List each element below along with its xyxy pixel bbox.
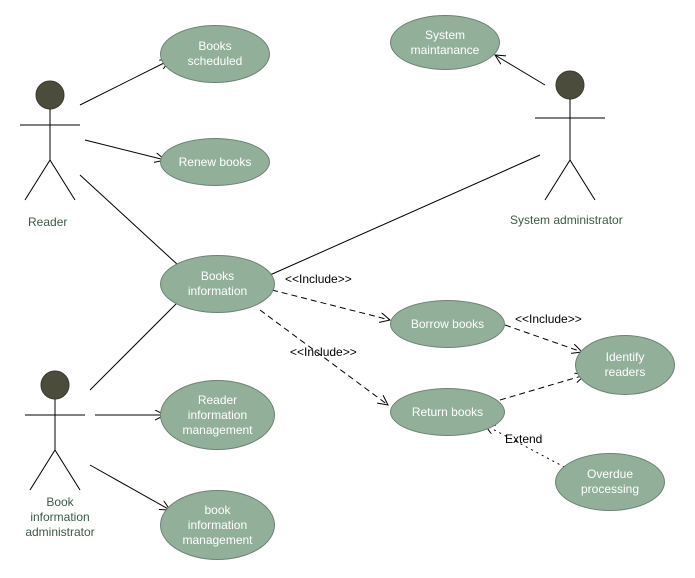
usecase-label: Books scheduled xyxy=(188,39,243,69)
assoc-reader-books-scheduled xyxy=(80,60,170,105)
usecase-identify-readers: Identify readers xyxy=(575,335,675,395)
actor-book-admin-figure xyxy=(25,371,85,490)
usecase-books-scheduled: Books scheduled xyxy=(160,25,270,83)
usecase-label: Return books xyxy=(412,405,483,420)
assoc-reader-books-info xyxy=(80,175,178,265)
usecase-return-books: Return books xyxy=(390,388,505,436)
actor-system-admin-figure xyxy=(535,71,605,200)
usecase-label: Borrow books xyxy=(411,317,484,332)
assoc-reader-renew-books xyxy=(85,140,165,160)
usecase-label: Reader information management xyxy=(182,393,252,438)
assoc-sysadmin-books-info xyxy=(270,155,540,275)
usecase-label: book information management xyxy=(182,503,252,548)
usecase-book-info-mgmt: book information management xyxy=(160,490,275,560)
usecase-books-information: Books information xyxy=(160,255,275,313)
usecase-label: System maintanance xyxy=(411,28,480,58)
label-include: <<Include>> xyxy=(515,312,582,326)
usecase-label: Renew books xyxy=(179,155,252,170)
usecase-borrow-books: Borrow books xyxy=(390,300,505,348)
include-borrow-identify xyxy=(505,325,582,352)
usecase-system-maint: System maintanance xyxy=(390,15,500,70)
usecase-renew-books: Renew books xyxy=(160,138,270,186)
usecase-label: Books information xyxy=(188,269,247,299)
usecase-label: Identify readers xyxy=(605,350,646,380)
label-include: <<Include>> xyxy=(290,345,357,359)
usecase-reader-info-mgmt: Reader information management xyxy=(160,380,275,450)
usecase-overdue-processing: Overdue processing xyxy=(555,453,665,511)
actor-reader-figure xyxy=(20,81,80,200)
include-return-identify xyxy=(500,375,585,400)
actor-reader-label: Reader xyxy=(28,215,67,230)
actor-book-admin-label: Book information administrator xyxy=(15,495,105,540)
actor-system-admin-label: System administrator xyxy=(510,213,623,228)
usecase-label: Overdue processing xyxy=(581,467,639,497)
include-booksinfo-borrow xyxy=(272,290,390,320)
label-include: <<Include>> xyxy=(285,272,352,286)
assoc-bookadmin-books-info xyxy=(90,300,180,390)
assoc-sysadmin-system-maint xyxy=(495,55,545,85)
label-extend: Extend xyxy=(505,432,542,446)
